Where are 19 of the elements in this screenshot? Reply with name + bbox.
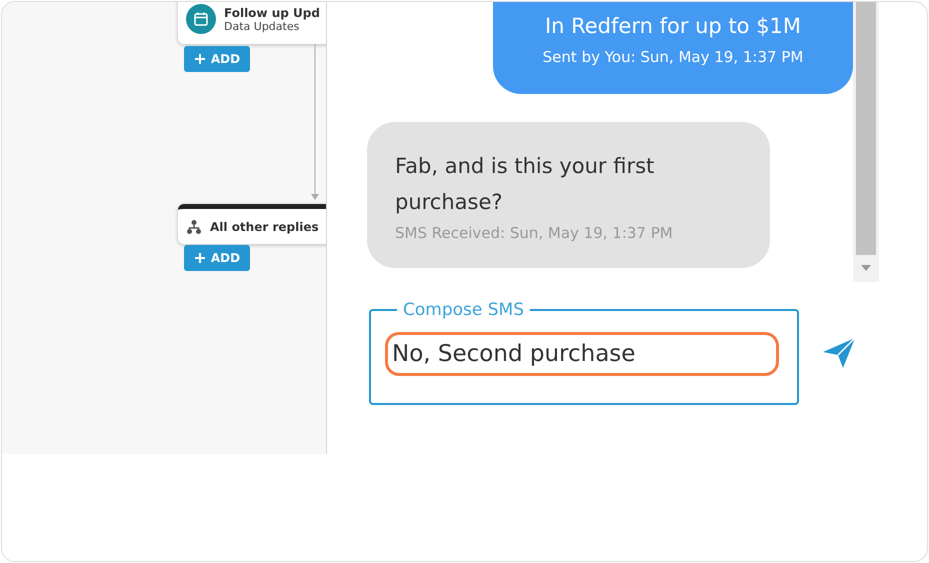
- message-input[interactable]: No, Second purchase: [385, 332, 779, 376]
- node-subtitle: Data Updates: [224, 20, 300, 32]
- message-text: In Redfern for up to $1M: [544, 13, 802, 40]
- node-title: All other replies: [210, 220, 319, 234]
- scroll-down-icon[interactable]: [860, 264, 872, 272]
- hierarchy-icon: [186, 218, 202, 234]
- message-text: Fab, and is this your first purchase?: [395, 153, 656, 216]
- calendar-icon: [186, 4, 216, 34]
- plus-icon: [194, 252, 206, 264]
- node-title: Follow up Upd: [224, 6, 320, 20]
- message-meta: Sent by You: Sun, May 19, 1:37 PM: [542, 48, 804, 66]
- compose-box[interactable]: Compose SMS No, Second purchase: [369, 300, 799, 405]
- compose-label: Compose SMS: [402, 300, 525, 320]
- workflow-node[interactable]: Follow up Upd Data Updates: [178, 2, 326, 44]
- scrollbar[interactable]: [853, 2, 879, 282]
- send-icon[interactable]: [821, 336, 857, 370]
- plus-icon: [194, 53, 206, 65]
- message-meta: SMS Received: Sun, May 19, 1:37 PM: [395, 224, 674, 242]
- workflow-node[interactable]: All other replies: [178, 204, 326, 244]
